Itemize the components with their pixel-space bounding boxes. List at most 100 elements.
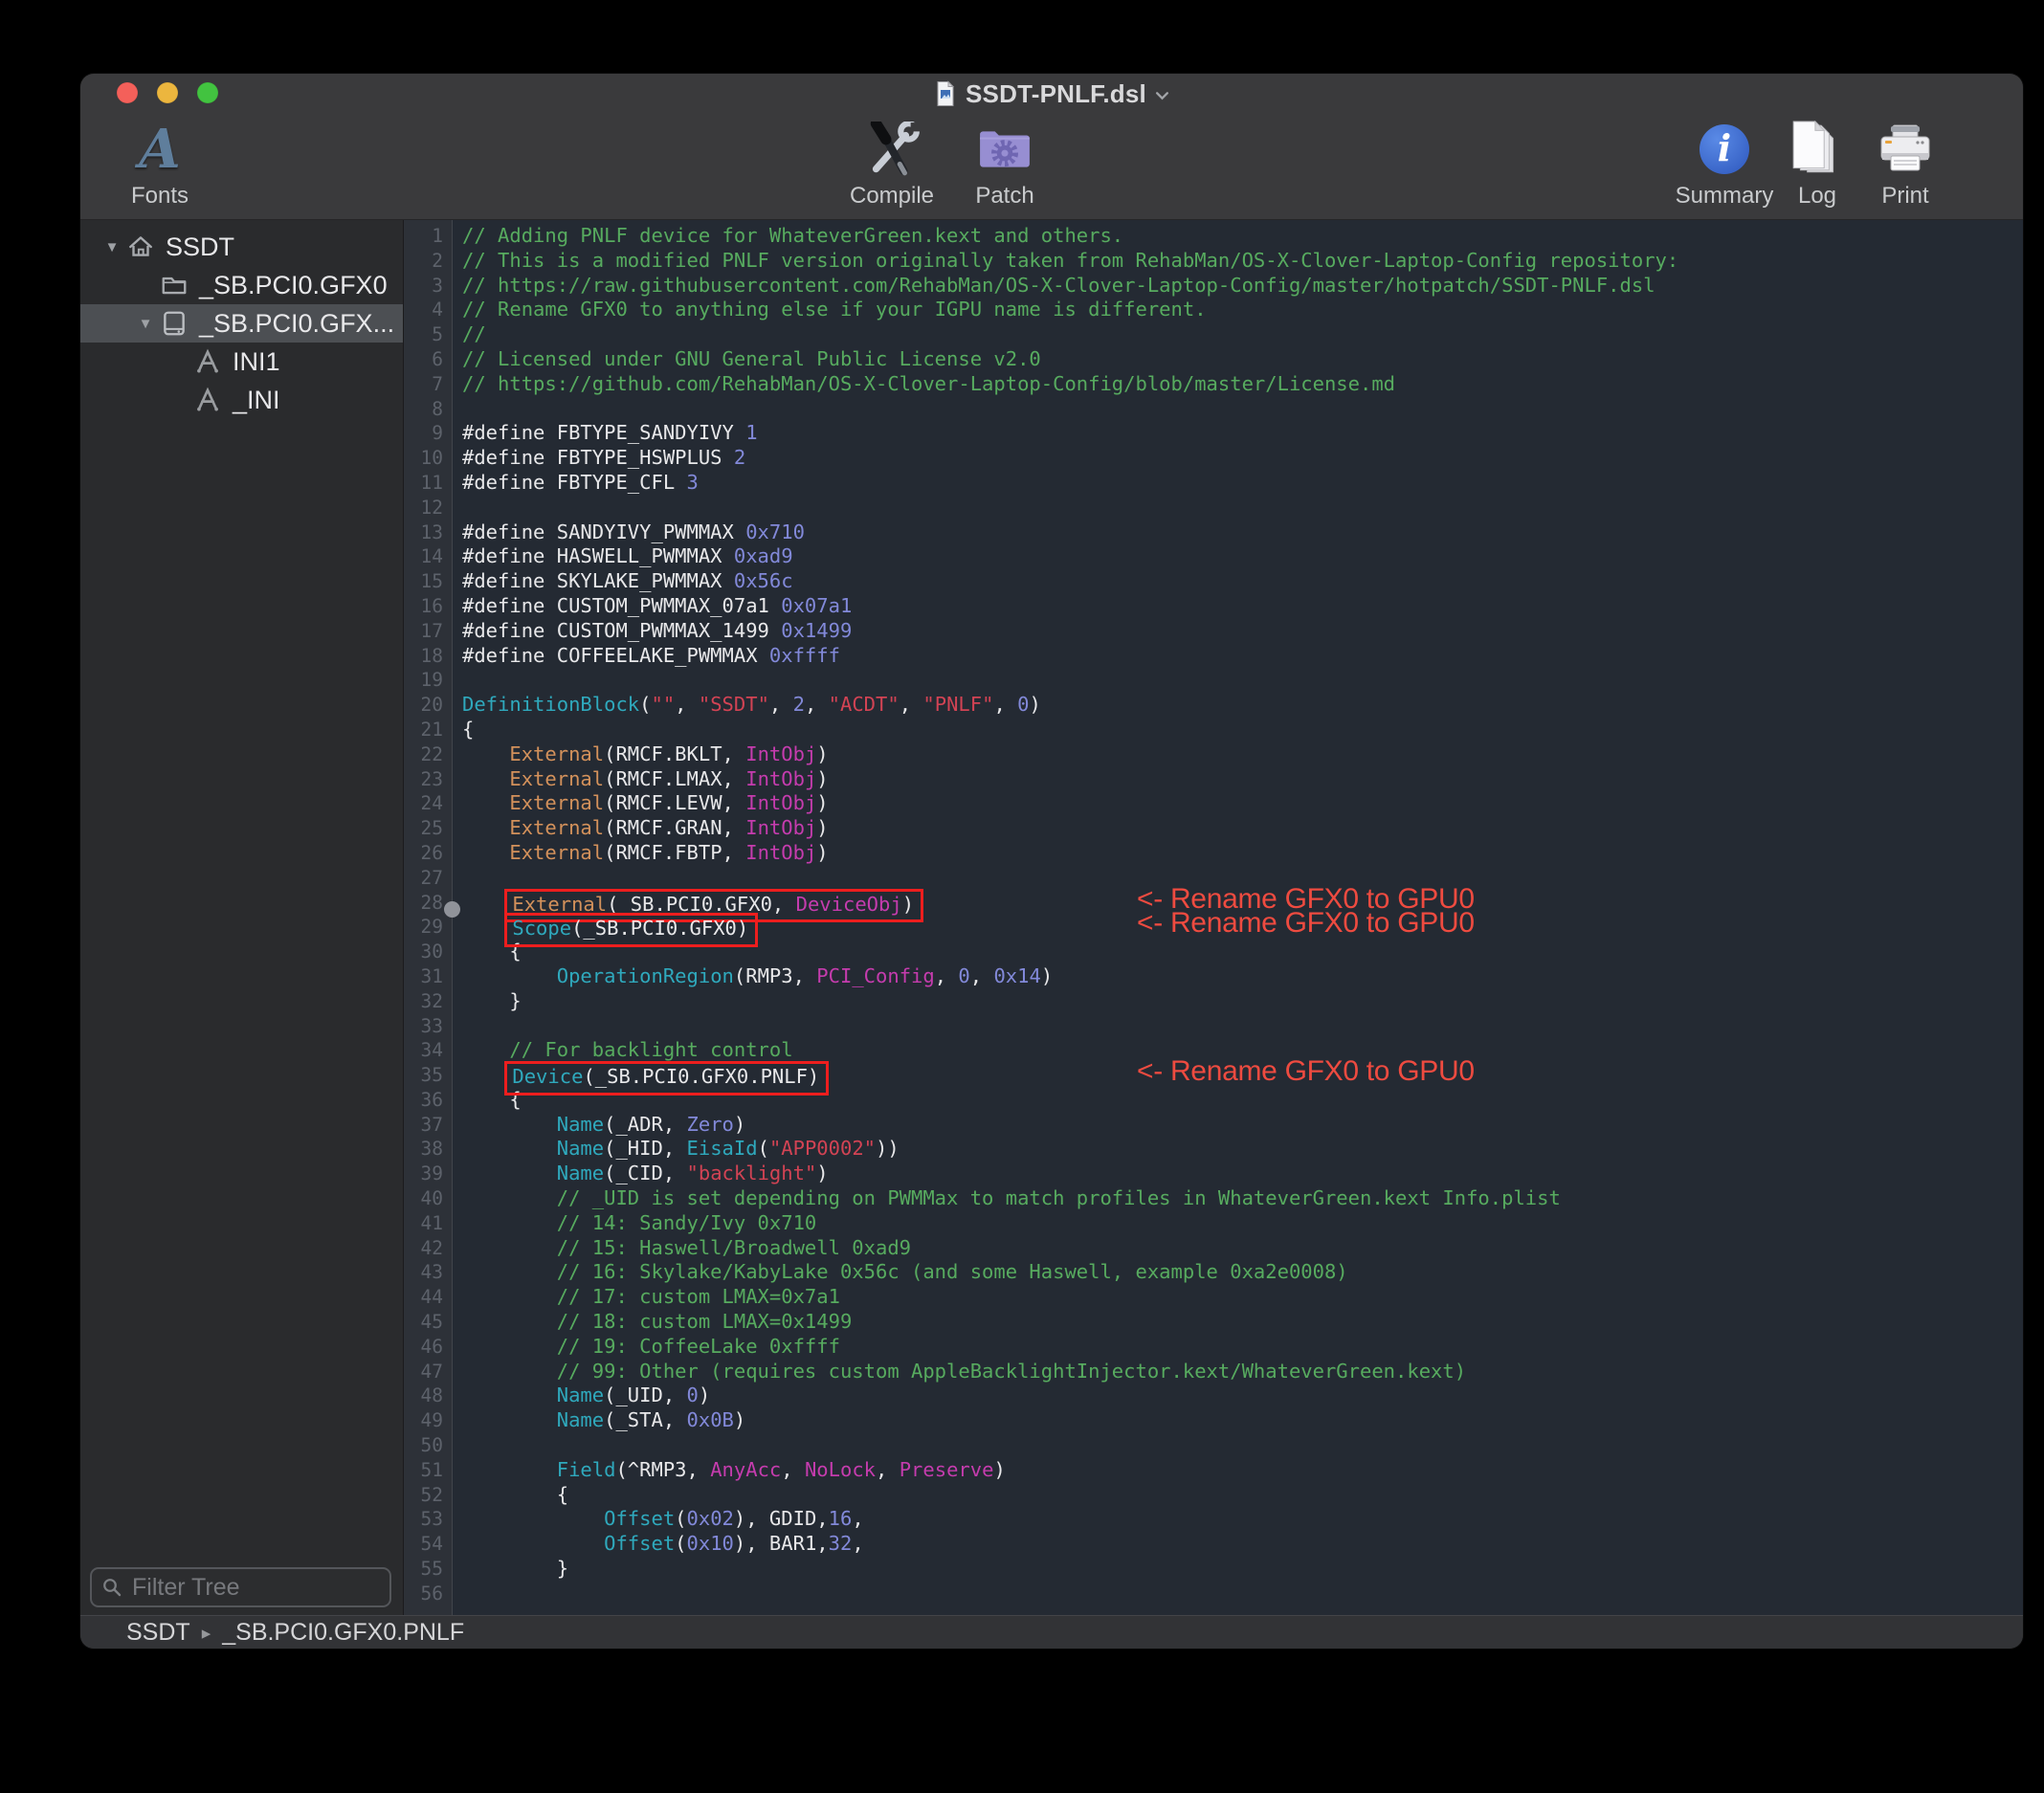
code-line[interactable]: Offset(0x02), GDID,16,: [462, 1507, 2023, 1532]
code-line[interactable]: Field(^RMP3, AnyAcc, NoLock, Preserve): [462, 1458, 2023, 1483]
toolbar: A Fonts Compile: [80, 112, 2023, 220]
code-line[interactable]: #define HASWELL_PWMMAX 0xad9: [462, 544, 2023, 569]
summary-button[interactable]: i Summary: [1669, 120, 1780, 210]
code-line[interactable]: External(RMCF.BKLT, IntObj): [462, 742, 2023, 767]
close-button[interactable]: [117, 82, 138, 103]
code-line[interactable]: }: [462, 989, 2023, 1014]
patch-button[interactable]: Patch: [957, 120, 1053, 210]
sidebar-item-sb-pci0-gfx0[interactable]: _SB.PCI0.GFX0: [80, 266, 403, 304]
line-number: 26: [404, 841, 452, 866]
code-line[interactable]: #define CUSTOM_PWMMAX_1499 0x1499: [462, 619, 2023, 644]
sidebar-item-sb-pci0-gfx[interactable]: ▼ _SB.PCI0.GFX...: [80, 304, 403, 343]
filter-tree-field[interactable]: [90, 1567, 391, 1607]
compile-tools-icon: [862, 120, 922, 179]
line-number: 21: [404, 718, 452, 742]
code-line[interactable]: [462, 668, 2023, 693]
code-line[interactable]: // 18: custom LMAX=0x1499: [462, 1310, 2023, 1335]
device-icon: [158, 307, 190, 340]
code-line[interactable]: Name(_UID, 0): [462, 1383, 2023, 1408]
code-line[interactable]: // 19: CoffeeLake 0xffff: [462, 1335, 2023, 1360]
code-line[interactable]: DefinitionBlock("", "SSDT", 2, "ACDT", "…: [462, 693, 2023, 718]
code-line[interactable]: // 14: Sandy/Ivy 0x710: [462, 1211, 2023, 1236]
code-line[interactable]: External(RMCF.FBTP, IntObj): [462, 841, 2023, 866]
sidebar-item-ssdt[interactable]: ▼SSDT: [80, 228, 403, 266]
code-line[interactable]: // This is a modified PNLF version origi…: [462, 249, 2023, 274]
info-icon: i: [1700, 120, 1749, 179]
annotation-box: Device(_SB.PCI0.GFX0.PNLF): [504, 1061, 829, 1096]
line-number: 8: [404, 397, 452, 422]
minimize-button[interactable]: [157, 82, 178, 103]
line-number: 14: [404, 544, 452, 569]
print-button[interactable]: Print: [1862, 120, 1948, 210]
line-number: 11: [404, 471, 452, 496]
code-line[interactable]: Name(_HID, EisaId("APP0002")): [462, 1137, 2023, 1162]
code-editor[interactable]: 1234567891011121314151617181920212223242…: [404, 220, 2023, 1615]
disclosure-triangle-icon[interactable]: ▼: [100, 239, 124, 255]
tree-item-label: _SB.PCI0.GFX...: [199, 309, 394, 339]
code-line[interactable]: Name(_STA, 0x0B): [462, 1408, 2023, 1433]
code-line[interactable]: #define FBTYPE_CFL 3: [462, 471, 2023, 496]
tree-item-label: _SB.PCI0.GFX0: [199, 271, 388, 300]
line-number: 41: [404, 1211, 452, 1236]
code-line[interactable]: #define COFFEELAKE_PWMMAX 0xffff: [462, 644, 2023, 669]
code-line[interactable]: #define CUSTOM_PWMMAX_07a1 0x07a1: [462, 594, 2023, 619]
code-line[interactable]: // https://raw.githubusercontent.com/Reh…: [462, 274, 2023, 299]
code-line[interactable]: #define FBTYPE_SANDYIVY 1: [462, 421, 2023, 446]
code-line[interactable]: {: [462, 718, 2023, 742]
editor-code[interactable]: // Adding PNLF device for WhateverGreen.…: [453, 220, 2023, 1615]
fonts-button[interactable]: A Fonts: [107, 120, 212, 210]
app-window: SSDT-PNLF.dsl A Fonts Compile: [80, 74, 2023, 1649]
line-number: 4: [404, 298, 452, 322]
line-number: 56: [404, 1582, 452, 1606]
line-number: 6: [404, 347, 452, 372]
disclosure-triangle-icon[interactable]: ▼: [133, 316, 158, 332]
titlebar: SSDT-PNLF.dsl: [80, 74, 2023, 112]
code-line[interactable]: // _UID is set depending on PWMMax to ma…: [462, 1186, 2023, 1211]
line-number: 38: [404, 1137, 452, 1162]
code-line[interactable]: // 99: Other (requires custom AppleBackl…: [462, 1360, 2023, 1384]
code-line[interactable]: External(RMCF.LMAX, IntObj): [462, 767, 2023, 792]
code-line[interactable]: // Licensed under GNU General Public Lic…: [462, 347, 2023, 372]
line-number: 55: [404, 1557, 452, 1582]
zoom-button[interactable]: [197, 82, 218, 103]
code-line[interactable]: // 15: Haswell/Broadwell 0xad9: [462, 1236, 2023, 1261]
code-line[interactable]: #define SANDYIVY_PWMMAX 0x710: [462, 520, 2023, 545]
line-number: 40: [404, 1186, 452, 1211]
line-number: 29: [404, 915, 452, 940]
code-line[interactable]: // 17: custom LMAX=0x7a1: [462, 1285, 2023, 1310]
code-line[interactable]: // https://github.com/RehabMan/OS-X-Clov…: [462, 372, 2023, 397]
code-line[interactable]: #define SKYLAKE_PWMMAX 0x56c: [462, 569, 2023, 594]
gutter-marker-dot: [444, 901, 460, 918]
code-line[interactable]: // Adding PNLF device for WhateverGreen.…: [462, 224, 2023, 249]
code-line[interactable]: Offset(0x10), BAR1,32,: [462, 1532, 2023, 1557]
code-line[interactable]: OperationRegion(RMP3, PCI_Config, 0, 0x1…: [462, 964, 2023, 989]
chevron-down-icon[interactable]: [1155, 87, 1169, 100]
sidebar-item-ini1[interactable]: INI1: [80, 343, 403, 381]
code-line[interactable]: [462, 1582, 2023, 1606]
code-line[interactable]: External(RMCF.LEVW, IntObj): [462, 791, 2023, 816]
line-number: 13: [404, 520, 452, 545]
code-line[interactable]: [462, 1433, 2023, 1458]
log-button[interactable]: Log: [1784, 120, 1851, 210]
code-line[interactable]: [462, 496, 2023, 520]
compile-button[interactable]: Compile: [836, 120, 947, 210]
sidebar-item-ini[interactable]: _INI: [80, 381, 403, 419]
code-line[interactable]: Name(_CID, "backlight"): [462, 1162, 2023, 1186]
code-line[interactable]: [462, 1014, 2023, 1039]
code-line[interactable]: // 16: Skylake/KabyLake 0x56c (and some …: [462, 1260, 2023, 1285]
code-line[interactable]: Device(_SB.PCI0.GFX0.PNLF)<- Rename GFX0…: [462, 1063, 2023, 1088]
code-line[interactable]: {: [462, 1483, 2023, 1508]
line-number: 1: [404, 224, 452, 249]
code-line[interactable]: // Rename GFX0 to anything else if your …: [462, 298, 2023, 322]
code-line[interactable]: #define FBTYPE_HSWPLUS 2: [462, 446, 2023, 471]
filter-tree-input[interactable]: [130, 1573, 404, 1603]
line-number: 30: [404, 940, 452, 964]
code-line[interactable]: Scope(_SB.PCI0.GFX0)<- Rename GFX0 to GP…: [462, 915, 2023, 940]
code-line[interactable]: External(RMCF.GRAN, IntObj): [462, 816, 2023, 841]
code-line[interactable]: [462, 397, 2023, 422]
code-line[interactable]: //: [462, 322, 2023, 347]
annotation-text: <- Rename GFX0 to GPU0: [1137, 1059, 1475, 1084]
code-line[interactable]: }: [462, 1557, 2023, 1582]
folder-icon: [158, 269, 190, 301]
code-line[interactable]: Name(_ADR, Zero): [462, 1113, 2023, 1138]
